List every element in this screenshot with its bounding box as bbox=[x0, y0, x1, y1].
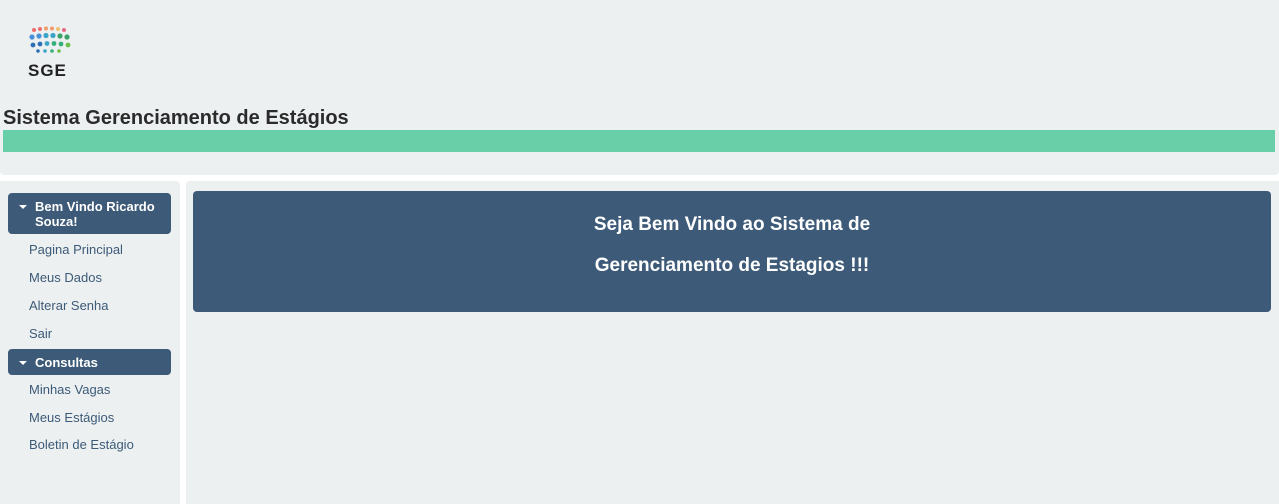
main-content: Seja Bem Vindo ao Sistema de Gerenciamen… bbox=[186, 181, 1279, 504]
page-header: SGE Sistema Gerenciamento de Estágios bbox=[0, 0, 1279, 175]
sidebar-section-consultas[interactable]: Consultas bbox=[8, 349, 171, 375]
sidebar-item-sair[interactable]: Sair bbox=[29, 326, 52, 341]
sidebar-item-pagina-principal[interactable]: Pagina Principal bbox=[29, 242, 123, 257]
logo-dots-icon bbox=[29, 26, 71, 53]
caret-down-icon bbox=[19, 205, 27, 209]
header-accent-bar bbox=[3, 130, 1275, 152]
welcome-panel: Seja Bem Vindo ao Sistema de Gerenciamen… bbox=[193, 191, 1271, 312]
logo-text: SGE bbox=[28, 61, 67, 80]
sidebar-item-meus-dados[interactable]: Meus Dados bbox=[29, 270, 102, 285]
sidebar-item-minhas-vagas[interactable]: Minhas Vagas bbox=[29, 382, 110, 397]
sidebar: Bem Vindo Ricardo Souza! Pagina Principa… bbox=[0, 181, 180, 504]
caret-down-icon bbox=[19, 361, 27, 365]
sge-logo: SGE bbox=[26, 26, 82, 82]
sidebar-section-label: Bem Vindo Ricardo Souza! bbox=[35, 199, 155, 229]
welcome-message-line-2: Gerenciamento de Estagios !!! bbox=[594, 255, 870, 276]
sidebar-item-meus-estagios[interactable]: Meus Estágios bbox=[29, 410, 114, 425]
sidebar-section-welcome[interactable]: Bem Vindo Ricardo Souza! bbox=[8, 193, 171, 234]
page-title: Sistema Gerenciamento de Estágios bbox=[3, 107, 349, 129]
sidebar-item-alterar-senha[interactable]: Alterar Senha bbox=[29, 298, 109, 313]
sidebar-section-label: Consultas bbox=[35, 355, 98, 370]
sidebar-item-boletin-de-estagio[interactable]: Boletin de Estágio bbox=[29, 437, 134, 452]
welcome-message-line-1: Seja Bem Vindo ao Sistema de bbox=[593, 214, 871, 235]
